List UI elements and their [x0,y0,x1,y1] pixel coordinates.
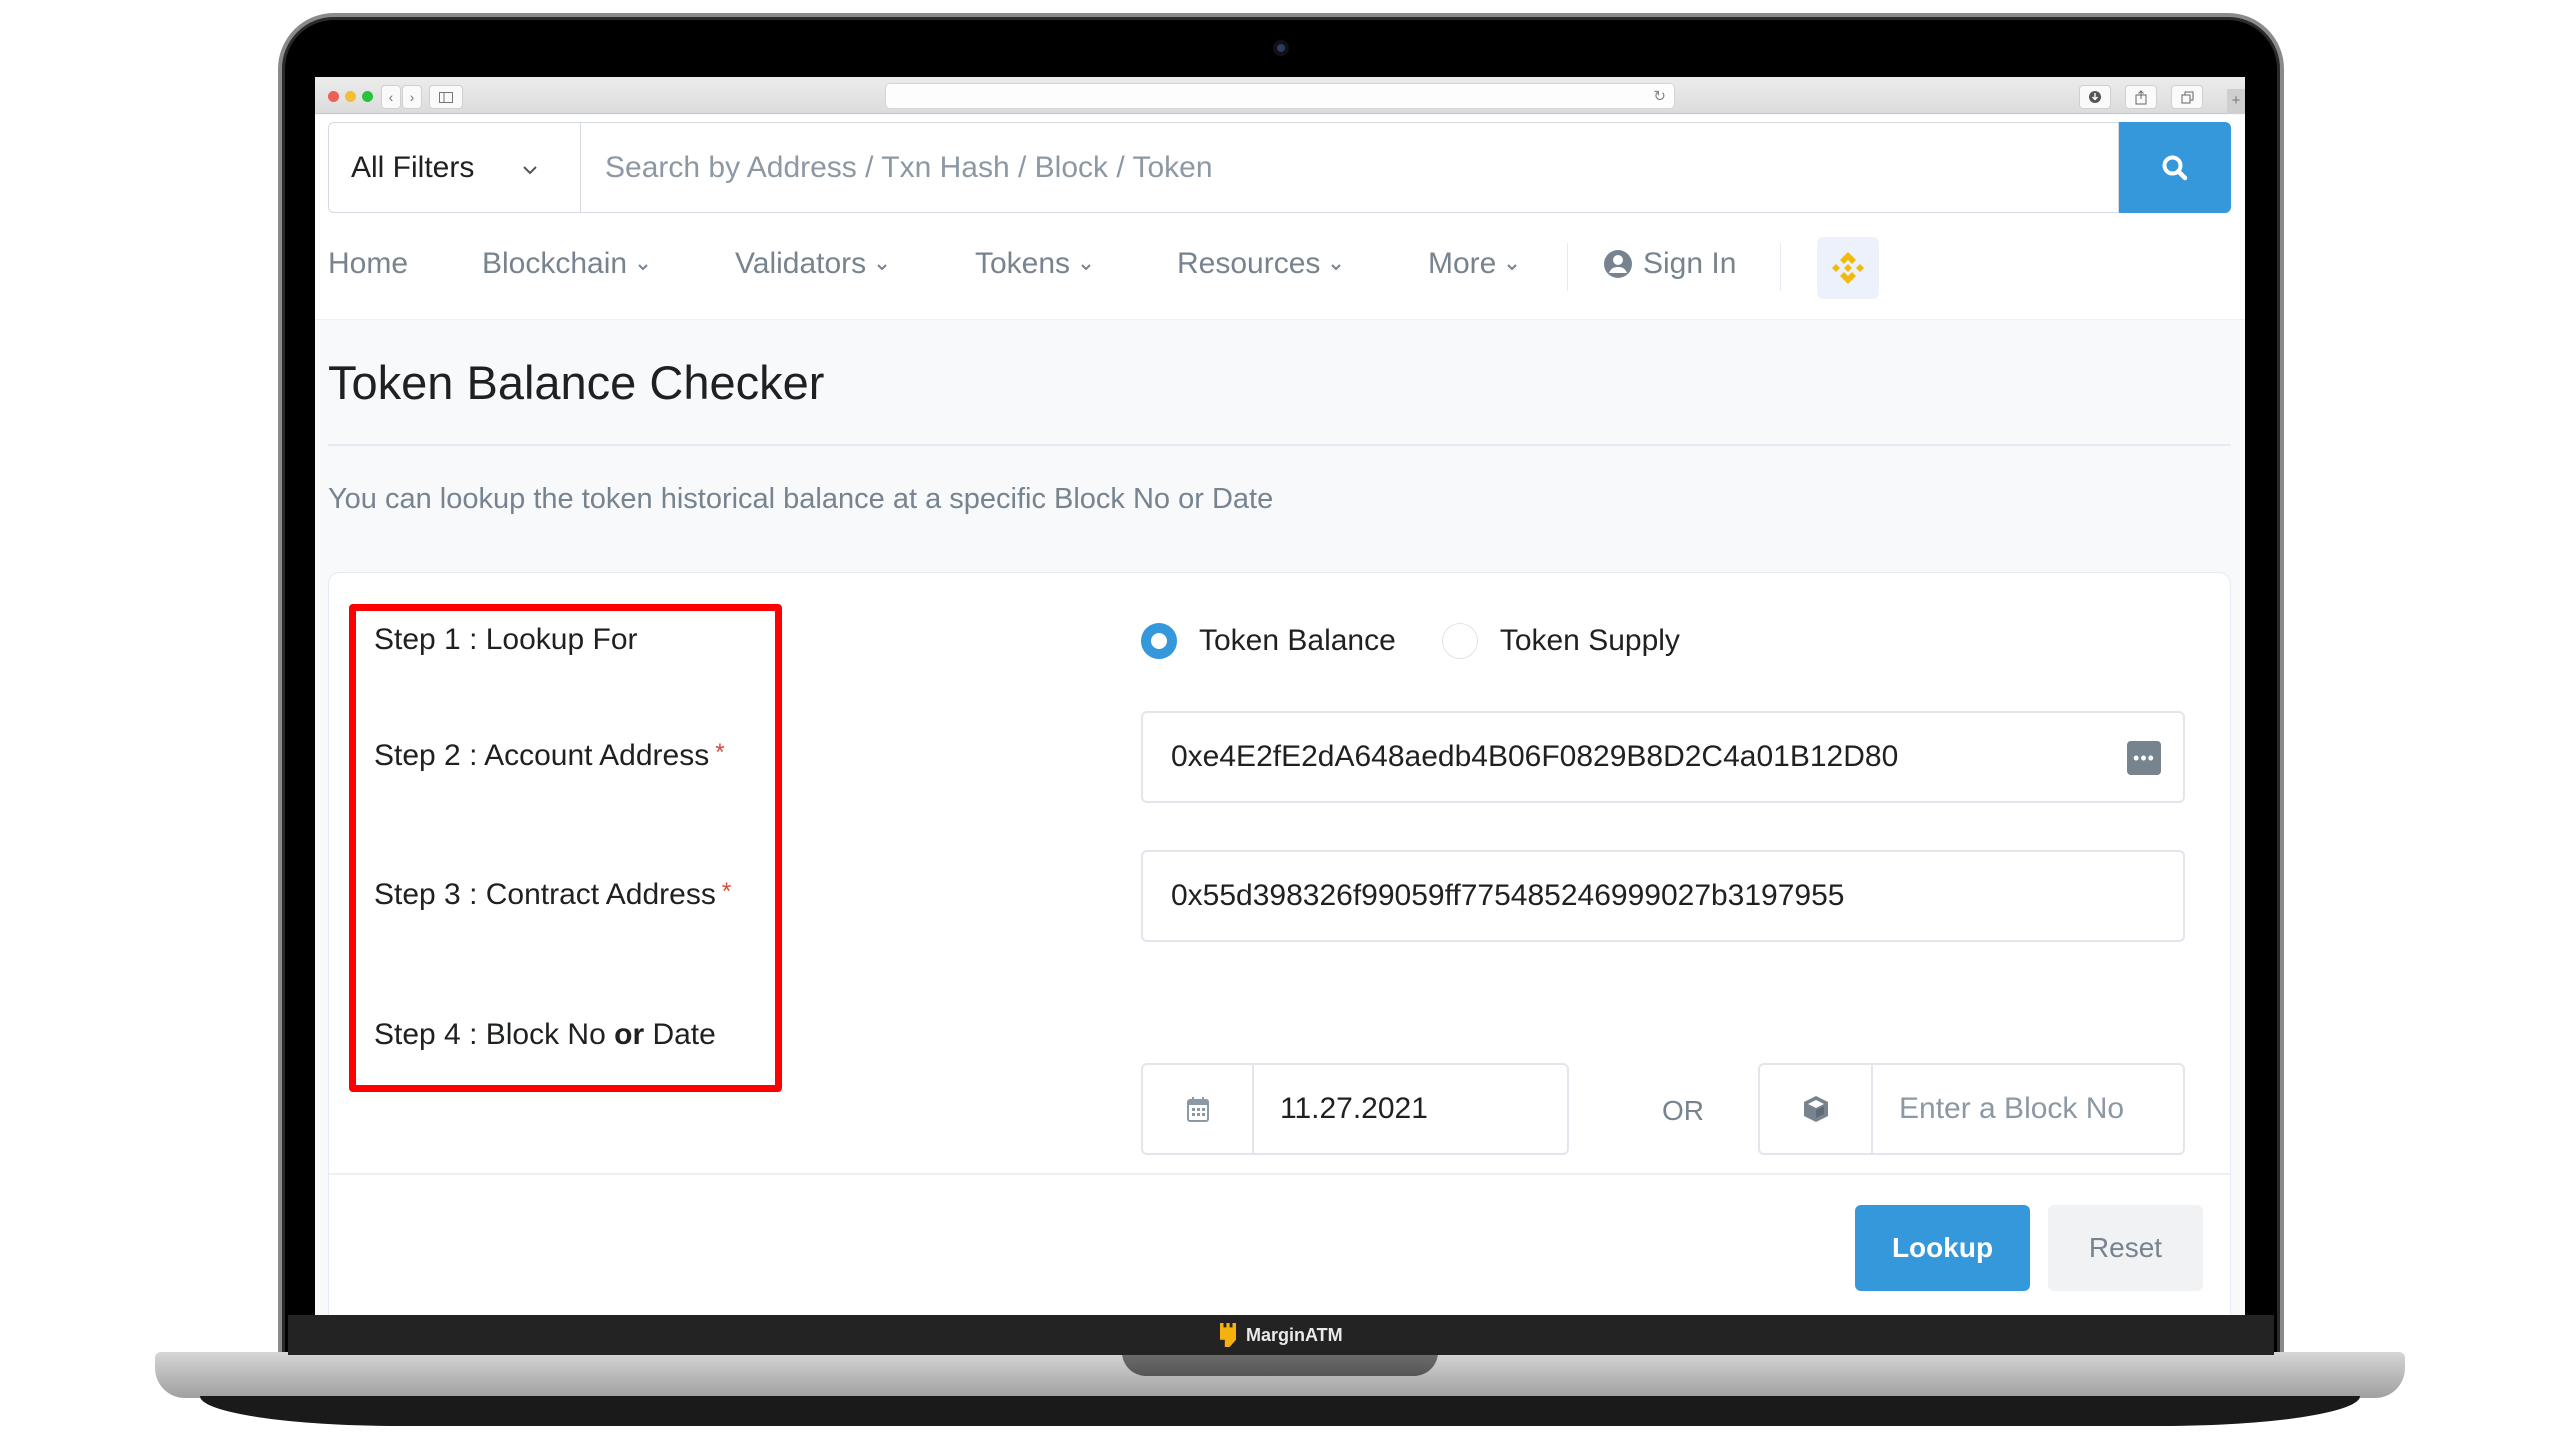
laptop-feet [200,1396,2360,1426]
plus-icon: + [2231,92,2241,109]
nav-tokens[interactable]: Tokens [975,247,1092,281]
required-asterisk: * [721,878,732,905]
network-switch-button[interactable] [1817,237,1879,299]
share-icon [2135,89,2147,104]
block-addon [1760,1065,1873,1153]
nav-validators[interactable]: Validators [735,247,888,281]
account-address-field: ••• [1141,711,2185,803]
nav-tokens-label: Tokens [975,247,1071,280]
laptop-notch [1122,1352,1438,1376]
token-balance-label[interactable]: Token Balance [1199,624,1396,658]
nav-more[interactable]: More [1428,247,1518,281]
search-bar: All Filters [328,122,2231,213]
share-button[interactable] [2125,85,2157,109]
contract-address-input[interactable] [1143,852,2183,940]
camera-icon [1277,44,1285,52]
sign-in-label: Sign In [1643,247,1737,280]
chevron-down-icon [637,258,649,275]
step-1-text: Step 1 : Lookup For [374,623,638,656]
nav-blockchain-label: Blockchain [482,247,628,280]
chevron-down-icon [1330,258,1342,275]
step-1-label: Step 1 : Lookup For [374,623,638,657]
block-input-group [1758,1063,2185,1155]
reload-icon[interactable]: ↻ [1653,87,1666,105]
tower-logo-icon [1220,1323,1236,1347]
bnb-logo-icon [1832,252,1864,284]
block-number-input[interactable] [1873,1065,2183,1153]
chevron-down-icon [1506,258,1518,275]
download-icon [2089,91,2101,103]
lookup-for-radio-group: Token Balance Token Supply [1141,623,1726,659]
lookup-button[interactable]: Lookup [1855,1205,2030,1291]
site-header: All Filters Home Blockchain Validators [315,115,2245,320]
forward-button[interactable]: › [402,85,422,109]
chevron-left-icon: ‹ [388,89,394,105]
nav-home[interactable]: Home [328,247,408,281]
nav-divider [1780,243,1781,291]
calendar-icon [1186,1097,1209,1122]
chevron-right-icon: › [409,89,415,105]
required-asterisk: * [715,739,725,766]
back-button[interactable]: ‹ [381,85,401,109]
search-input[interactable] [580,122,2119,213]
user-circle-icon [1604,250,1632,278]
search-button[interactable] [2119,122,2231,213]
address-bar[interactable]: ↻ [885,83,1675,109]
card-footer-divider [329,1173,2230,1175]
step-3-label: Step 3 : Contract Address * [374,878,731,912]
date-input[interactable] [1254,1065,1567,1153]
calendar-addon[interactable] [1143,1065,1254,1153]
step-4-suffix: Date [644,1018,716,1051]
nav-home-label: Home [328,247,409,280]
page-description: You can lookup the token historical bala… [328,483,1274,515]
chevron-down-icon [876,258,888,275]
token-supply-radio[interactable] [1441,623,1478,659]
filter-label: All Filters [351,150,475,184]
sign-in-link[interactable]: Sign In [1603,247,1736,281]
page-title: Token Balance Checker [328,356,825,409]
cube-icon [1803,1096,1828,1122]
tabs-overview-button[interactable] [2171,85,2203,109]
nav-divider [1567,243,1568,291]
step-4-or: or [614,1018,645,1051]
step-2-label: Step 2 : Account Address * [374,739,725,773]
brand-watermark: MarginATM [1220,1322,1343,1348]
contract-address-field [1141,850,2185,942]
nav-resources[interactable]: Resources [1177,247,1342,281]
nav-blockchain[interactable]: Blockchain [482,247,649,281]
downloads-button[interactable] [2079,85,2111,109]
new-tab-button[interactable]: + [2227,89,2245,114]
step-3-text: Step 3 : Contract Address [374,878,716,911]
step-2-text: Step 2 : Account Address [374,739,710,772]
reset-button[interactable]: Reset [2048,1205,2203,1291]
main-nav: Home Blockchain Validators Tokens Resour… [315,235,2245,299]
nav-validators-label: Validators [735,247,867,280]
maximize-window-button[interactable] [362,91,373,102]
brand-label: MarginATM [1246,1324,1343,1345]
token-balance-radio[interactable] [1141,623,1177,659]
token-supply-label[interactable]: Token Supply [1500,624,1680,658]
filter-dropdown[interactable]: All Filters [328,122,580,213]
step-4-prefix: Step 4 : Block No [374,1018,615,1051]
tabs-icon [2181,91,2193,103]
sidebar-icon [439,91,453,103]
address-book-icon[interactable]: ••• [2127,741,2161,775]
browser-titlebar: ‹ › ↻ + [315,77,2245,114]
lookup-form-card: Step 1 : Lookup For Step 2 : Account Add… [328,572,2231,1315]
minimize-window-button[interactable] [345,91,356,102]
or-separator: OR [1662,1095,1704,1126]
date-input-group [1141,1063,1569,1155]
chevron-down-icon [522,155,538,181]
title-divider [328,444,2231,446]
nav-resources-label: Resources [1177,247,1321,280]
account-address-input[interactable] [1143,713,2183,801]
nav-more-label: More [1428,247,1497,280]
chevron-down-icon [1080,258,1092,275]
sidebar-toggle-button[interactable] [429,85,463,109]
step-4-label: Step 4 : Block No or Date [374,1018,716,1052]
screen: ‹ › ↻ + All Filters Search by Address / … [315,77,2245,1315]
search-icon [2162,155,2188,180]
close-window-button[interactable] [328,91,339,102]
